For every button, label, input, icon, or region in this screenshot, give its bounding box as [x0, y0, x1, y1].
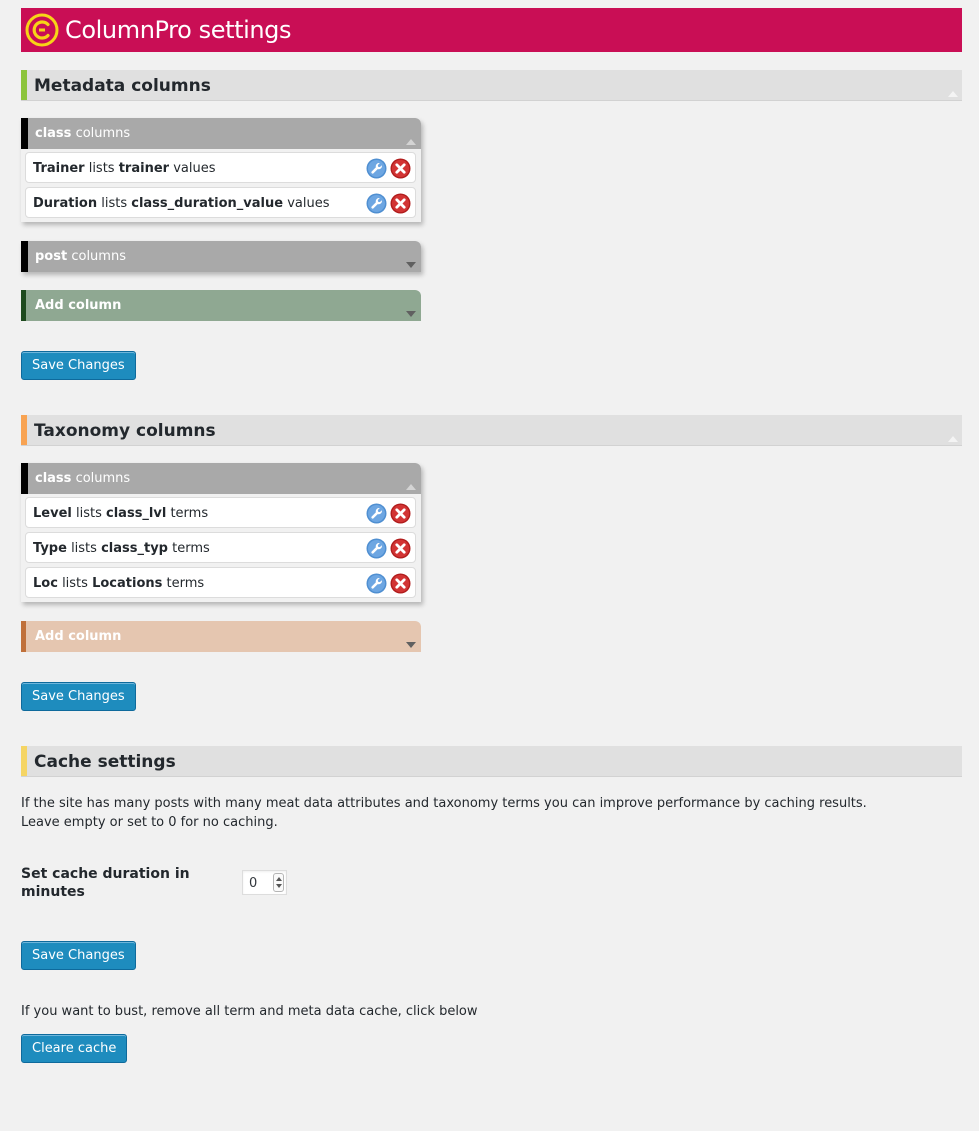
list-item: Duration lists class_duration_value valu… [25, 187, 416, 218]
taxonomy-class-group-header[interactable]: class columns [21, 463, 421, 494]
item-text: Type lists class_typ terms [33, 541, 210, 556]
taxonomy-class-list: Level lists class_lvl terms Type lists c… [21, 494, 421, 602]
item-unit: values [173, 161, 216, 176]
cache-section-title: Cache settings [34, 752, 176, 772]
item-unit: terms [172, 541, 210, 556]
close-circle-icon[interactable] [390, 193, 411, 214]
taxonomy-save-button[interactable]: Save Changes [21, 682, 136, 711]
item-mid: lists [71, 541, 97, 556]
list-item: Level lists class_lvl terms [25, 497, 416, 528]
item-mid: lists [62, 576, 88, 591]
item-label: Trainer [33, 161, 85, 176]
list-item: Type lists class_typ terms [25, 532, 416, 563]
item-key: class_duration_value [131, 196, 284, 211]
list-item: Trainer lists trainer values [25, 152, 416, 183]
item-key: trainer [118, 161, 170, 176]
metadata-accent-bar [21, 70, 27, 100]
group-suffix: columns [75, 471, 131, 486]
metadata-class-list: Trainer lists trainer values Duration li… [21, 149, 421, 222]
cache-desc-line2: Leave empty or set to 0 for no caching. [21, 815, 278, 830]
spin-up-icon[interactable] [276, 877, 282, 881]
collapse-caret-icon[interactable] [406, 139, 416, 145]
collapse-caret-icon[interactable] [948, 91, 958, 97]
page-title: ColumnPro settings [65, 16, 292, 44]
collapse-caret-icon[interactable] [948, 436, 958, 442]
metadata-post-group: post columns [21, 241, 421, 272]
metadata-section-title: Metadata columns [34, 76, 211, 96]
item-label: Loc [33, 576, 58, 591]
metadata-section-header[interactable]: Metadata columns [21, 70, 962, 101]
item-key: class_lvl [106, 506, 167, 521]
taxonomy-class-group: class columns Level lists class_lvl term… [21, 463, 421, 602]
group-suffix: columns [71, 249, 126, 264]
collapse-caret-icon[interactable] [406, 484, 416, 490]
group-bar [21, 241, 28, 272]
item-unit: values [287, 196, 330, 211]
page-header: ColumnPro settings [21, 8, 962, 52]
item-key: class_typ [101, 541, 168, 556]
clear-cache-button[interactable]: Cleare cache [21, 1034, 128, 1063]
item-unit: terms [170, 506, 209, 521]
number-spinner[interactable] [273, 873, 284, 892]
cache-duration-label: Set cache duration in minutes [21, 866, 190, 900]
group-label: class columns [35, 126, 130, 141]
metadata-save-button[interactable]: Save Changes [21, 351, 136, 380]
item-mid: lists [88, 161, 115, 176]
item-text: Loc lists Locations terms [33, 576, 204, 591]
wrench-icon[interactable] [366, 503, 387, 524]
cache-duration-input[interactable]: 0 [242, 870, 287, 895]
item-label: Type [33, 541, 67, 556]
item-label: Level [33, 506, 72, 521]
add-bar [21, 621, 26, 652]
metadata-class-group-header[interactable]: class columns [21, 118, 421, 149]
metadata-add-column[interactable]: Add column [21, 290, 421, 321]
list-item: Loc lists Locations terms [25, 567, 416, 598]
cache-description: If the site has many posts with many mea… [21, 794, 867, 832]
wrench-icon[interactable] [366, 573, 387, 594]
group-name: class [35, 126, 72, 141]
add-bar [21, 290, 26, 321]
cache-accent-bar [21, 746, 27, 776]
item-unit: terms [166, 576, 205, 591]
taxonomy-add-column[interactable]: Add column [21, 621, 421, 652]
cache-save-button[interactable]: Save Changes [21, 941, 136, 970]
close-circle-icon[interactable] [390, 503, 411, 524]
group-name: class [35, 471, 72, 486]
cache-duration-value: 0 [249, 876, 258, 891]
add-column-label: Add column [35, 298, 122, 313]
columnpro-logo-icon [25, 13, 59, 47]
item-mid: lists [76, 506, 102, 521]
item-key: Locations [92, 576, 163, 591]
wrench-icon[interactable] [366, 158, 387, 179]
add-column-label: Add column [35, 629, 122, 644]
taxonomy-section-title: Taxonomy columns [34, 421, 216, 441]
taxonomy-section-header[interactable]: Taxonomy columns [21, 415, 962, 446]
metadata-post-group-header[interactable]: post columns [21, 241, 421, 272]
wrench-icon[interactable] [366, 538, 387, 559]
group-suffix: columns [75, 126, 131, 141]
item-text: Trainer lists trainer values [33, 161, 216, 176]
group-bar [21, 118, 28, 149]
spin-down-icon[interactable] [276, 884, 282, 888]
taxonomy-accent-bar [21, 415, 27, 445]
group-label: post columns [35, 249, 126, 264]
wrench-icon[interactable] [366, 193, 387, 214]
group-label: class columns [35, 471, 130, 486]
group-name: post [35, 249, 68, 264]
cache-section-header: Cache settings [21, 746, 962, 777]
item-mid: lists [101, 196, 128, 211]
metadata-class-group: class columns Trainer lists trainer valu… [21, 118, 421, 222]
item-text: Duration lists class_duration_value valu… [33, 196, 329, 211]
item-label: Duration [33, 196, 98, 211]
close-circle-icon[interactable] [390, 158, 411, 179]
group-bar [21, 463, 28, 494]
close-circle-icon[interactable] [390, 538, 411, 559]
cache-bust-text: If you want to bust, remove all term and… [21, 1004, 478, 1019]
expand-caret-icon[interactable] [406, 262, 416, 268]
item-text: Level lists class_lvl terms [33, 506, 208, 521]
expand-caret-icon[interactable] [406, 311, 416, 317]
expand-caret-icon[interactable] [406, 642, 416, 648]
close-circle-icon[interactable] [390, 573, 411, 594]
cache-desc-line1: If the site has many posts with many mea… [21, 796, 867, 811]
